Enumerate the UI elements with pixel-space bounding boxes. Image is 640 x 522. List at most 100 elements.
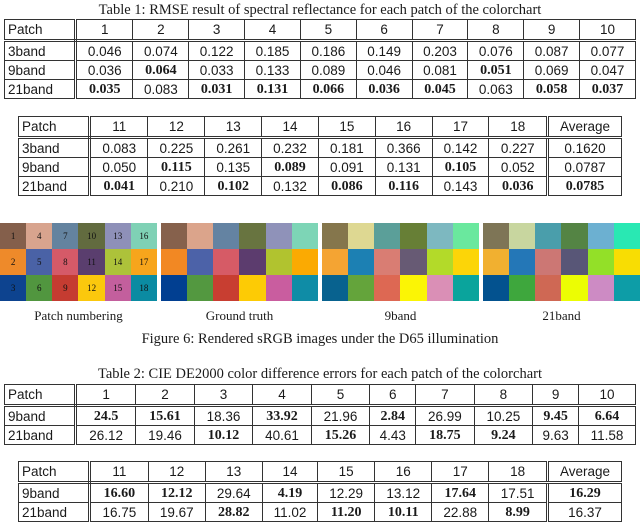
color-patch: 15	[104, 275, 131, 301]
color-patch	[374, 223, 401, 249]
value-cell: 0.185	[244, 40, 301, 61]
value-cell: 0.366	[374, 137, 433, 158]
table-row: 21band 0.035 0.083 0.031 0.131 0.066 0.036 0.04…	[4, 79, 636, 99]
value-cell: 0.083	[88, 137, 149, 158]
best-value-cell: 12.12	[147, 482, 206, 503]
header-cell: 9	[523, 19, 581, 42]
header-cell: Average	[546, 116, 622, 139]
value-cell: 13.12	[374, 482, 433, 503]
value-cell: 17.51	[488, 482, 548, 503]
color-patch	[587, 223, 614, 249]
color-patch	[374, 275, 401, 301]
value-cell: 0.077	[579, 40, 636, 61]
header-cell: 5	[299, 19, 357, 42]
best-value-cell: 0.105	[431, 157, 490, 177]
header-cell: 10	[579, 19, 636, 42]
header-cell: 3	[188, 19, 246, 42]
row-label: 21band	[18, 502, 91, 522]
best-value-cell: 16.60	[89, 482, 149, 503]
value-cell: 19.46	[135, 425, 195, 445]
color-patch	[587, 275, 614, 301]
color-patch: 3	[0, 275, 27, 301]
value-cell: 0.083	[132, 79, 190, 99]
color-patch	[613, 249, 640, 275]
value-cell: 0.074	[132, 40, 190, 61]
table-row: 9band 0.036 0.064 0.033 0.133 0.089 0.046 0.081…	[4, 60, 636, 80]
value-cell: 0.036	[74, 60, 134, 80]
color-patch: 16	[130, 223, 157, 249]
best-value-cell: 0.102	[204, 176, 263, 196]
row-label: 21band	[4, 79, 77, 99]
color-patch	[483, 249, 510, 275]
header-cell: 2	[132, 19, 190, 42]
table1-caption: Table 1: RMSE result of spectral reflect…	[98, 2, 542, 18]
color-patch	[535, 249, 562, 275]
best-value-cell: 0.058	[523, 79, 581, 99]
value-cell: 11.58	[578, 425, 636, 445]
table-row: 9band 24.5 15.61 18.36 33.92 21.96 2.84 26.99 10…	[4, 405, 636, 426]
table2-part2: Patch 11 12 13 14 15 16 17 18 Average 9band 16.60 12…	[18, 461, 622, 522]
value-cell: 0.081	[411, 60, 469, 80]
header-cell: 1	[74, 19, 134, 42]
color-patch	[561, 249, 588, 275]
best-value-cell: 0.116	[374, 176, 433, 196]
color-patch	[213, 275, 240, 301]
color-patch	[535, 275, 562, 301]
color-patch	[613, 223, 640, 249]
value-cell: 0.142	[431, 137, 490, 158]
value-cell: 0.122	[188, 40, 246, 61]
table1-part1: Patch 1 2 3 4 5 6 7 8 9 10 3band 0.046 0.074 0.122 0.18…	[4, 19, 636, 99]
21band-label: 21band	[542, 308, 581, 323]
best-value-cell: 0.131	[244, 79, 301, 99]
row-label: 21band	[18, 176, 91, 196]
color-patch	[426, 223, 453, 249]
header-cell: 14	[261, 461, 319, 484]
color-patch: 9	[52, 275, 79, 301]
value-cell: 19.67	[147, 502, 206, 522]
value-cell: 0.063	[467, 79, 525, 99]
header-cell: 15	[317, 116, 376, 139]
best-value-cell: 6.64	[578, 405, 636, 426]
header-cell: 12	[147, 461, 206, 484]
best-value-cell: 8.99	[488, 502, 548, 522]
value-cell: 16.75	[89, 502, 149, 522]
color-patch	[161, 249, 188, 275]
table2-part1: Patch 1 2 3 4 5 6 7 8 9 10 9band 24.5 15.61 18.36 33.92…	[4, 384, 636, 445]
value-cell: 40.61	[252, 425, 312, 445]
best-value-cell: 4.19	[261, 482, 319, 503]
color-patch	[374, 249, 401, 275]
header-cell: 11	[89, 461, 149, 484]
best-value-cell: 0.0785	[546, 176, 622, 196]
best-value-cell: 0.036	[488, 176, 548, 196]
best-value-cell: 28.82	[204, 502, 263, 522]
value-cell: 0.143	[431, 176, 490, 196]
color-patch	[348, 249, 375, 275]
figure6-caption: Figure 6: Rendered sRGB images under the…	[141, 331, 499, 347]
value-cell: 0.089	[299, 60, 357, 80]
value-cell: 0.046	[355, 60, 413, 80]
value-cell: 0.131	[374, 157, 433, 177]
color-patch: 11	[78, 249, 105, 275]
color-patch: 8	[52, 249, 79, 275]
best-value-cell: 0.041	[88, 176, 149, 196]
header-cell: 12	[147, 116, 206, 139]
header-cell: 18	[488, 461, 548, 484]
color-patch: 17	[130, 249, 157, 275]
header-cell: 14	[261, 116, 319, 139]
best-value-cell: 10.11	[374, 502, 433, 522]
color-patch	[291, 223, 318, 249]
header-cell: 17	[431, 116, 490, 139]
header-cell: 10	[578, 384, 636, 407]
header-row: Patch 11 12 13 14 15 16 17 18 Average	[18, 116, 622, 139]
header-cell: 7	[415, 384, 475, 407]
patch-numbering-label: Patch numbering	[34, 308, 123, 323]
value-cell: 26.99	[415, 405, 475, 426]
best-value-cell: 0.045	[411, 79, 469, 99]
value-cell: 0.149	[355, 40, 413, 61]
best-value-cell: 17.64	[431, 482, 490, 503]
color-patch	[535, 223, 562, 249]
color-patch	[452, 275, 479, 301]
best-value-cell: 0.051	[467, 60, 525, 80]
value-cell: 4.43	[369, 425, 417, 445]
color-patch	[561, 275, 588, 301]
